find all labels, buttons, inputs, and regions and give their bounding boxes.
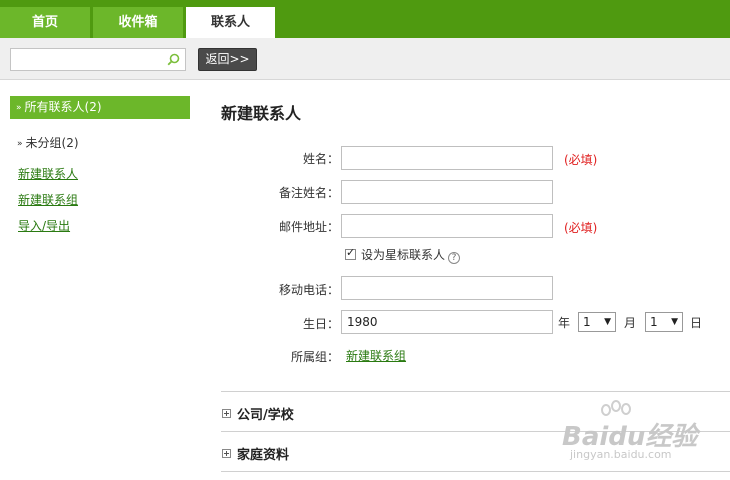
birth-year-field[interactable]: 1980 (341, 310, 553, 334)
tab-inbox[interactable]: 收件箱 (93, 7, 183, 38)
star-contact-row: 设为星标联系人? (345, 246, 461, 264)
group-label: 所属组： (290, 350, 339, 364)
month-unit: 月 (624, 316, 637, 330)
search-input[interactable] (10, 48, 186, 71)
email-field[interactable] (341, 214, 553, 238)
day-unit: 日 (690, 316, 703, 330)
help-icon[interactable]: ? (448, 252, 461, 264)
dropdown-arrow-icon: ▼ (604, 317, 611, 327)
top-nav-bar: 首页 收件箱 联系人 (0, 0, 730, 38)
chevron-down-icon: » (17, 139, 23, 149)
star-contact-label: 设为星标联系人 (361, 248, 446, 262)
sidebar-link-import-export[interactable]: 导入/导出 (18, 217, 70, 234)
alias-field[interactable] (341, 180, 553, 204)
sidebar-ungrouped-label: 未分组(2) (25, 136, 79, 150)
alias-label: 备注姓名： (278, 186, 339, 200)
back-button[interactable]: 返回>> (198, 48, 257, 71)
divider (221, 471, 730, 472)
mobile-label: 移动电话： (278, 283, 339, 297)
sidebar-all-contacts-label: 所有联系人(2) (24, 100, 102, 114)
birth-month-value: 1 (583, 315, 591, 329)
chevron-down-icon: » (16, 103, 22, 113)
baidu-watermark: Baidu经验 jingyan.baidu.com (562, 400, 730, 470)
birth-day-value: 1 (650, 315, 658, 329)
new-group-link[interactable]: 新建联系组 (346, 347, 406, 364)
divider (221, 391, 730, 392)
sidebar-ungrouped[interactable]: » 未分组(2) (17, 134, 79, 151)
expand-plus-icon[interactable] (222, 409, 231, 418)
page-title: 新建联系人 (221, 104, 302, 123)
mobile-field[interactable] (341, 276, 553, 300)
section-family[interactable]: 家庭资料 (222, 444, 289, 463)
section-company[interactable]: 公司/学校 (222, 404, 294, 423)
email-required-note: (必填) (564, 221, 598, 235)
year-unit: 年 (558, 316, 571, 330)
section-company-label: 公司/学校 (237, 408, 294, 423)
sidebar-link-new-contact[interactable]: 新建联系人 (18, 165, 78, 182)
sidebar-link-new-group[interactable]: 新建联系组 (18, 191, 78, 208)
tab-home[interactable]: 首页 (0, 7, 90, 38)
name-required-note: (必填) (564, 153, 598, 167)
toolbar: 返回>> (0, 38, 730, 80)
name-field[interactable] (341, 146, 553, 170)
star-contact-checkbox[interactable] (345, 246, 356, 260)
birth-month-select[interactable]: 1 ▼ (578, 312, 616, 332)
name-label: 姓名： (302, 152, 339, 166)
email-label: 邮件地址： (278, 220, 339, 234)
watermark-url: jingyan.baidu.com (570, 448, 672, 461)
sidebar-all-contacts[interactable]: » 所有联系人(2) (10, 96, 190, 119)
dropdown-arrow-icon: ▼ (671, 317, 678, 327)
search-icon[interactable] (167, 53, 180, 66)
tab-contacts[interactable]: 联系人 (186, 7, 275, 38)
birth-day-select[interactable]: 1 ▼ (645, 312, 683, 332)
expand-plus-icon[interactable] (222, 449, 231, 458)
birthday-label: 生日： (302, 317, 339, 331)
section-family-label: 家庭资料 (237, 448, 290, 463)
